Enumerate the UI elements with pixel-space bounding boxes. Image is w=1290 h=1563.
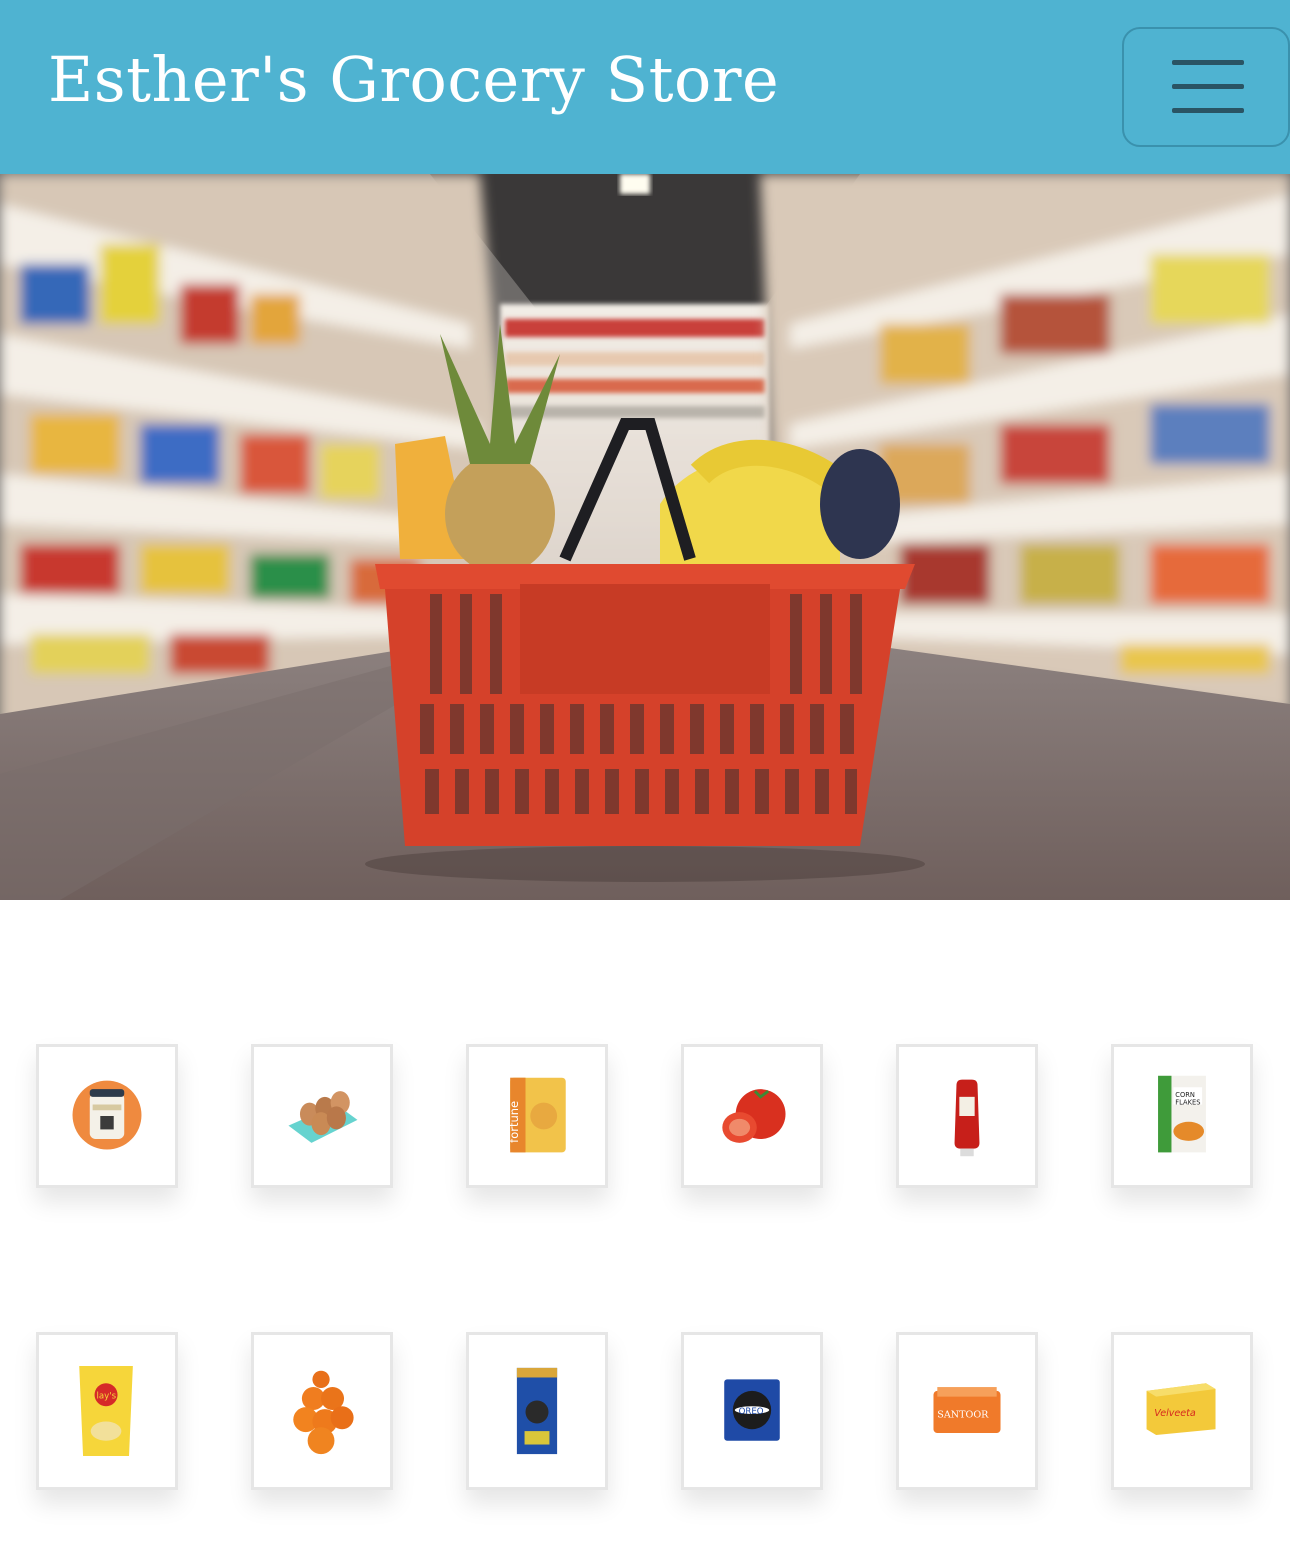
navbar: Esther's Grocery Store	[0, 0, 1290, 174]
cookie-box-icon	[516, 1367, 558, 1455]
eggs-icon	[288, 1091, 358, 1143]
mayonnaise-icon	[72, 1080, 142, 1150]
oranges-icon	[293, 1370, 354, 1455]
product-card-oreo-double-stuf[interactable]: OREO	[681, 1332, 823, 1490]
chips-bag-icon: lay's	[79, 1365, 133, 1457]
svg-text:Velveeta: Velveeta	[1154, 1408, 1196, 1419]
ketchup-bottle-icon	[954, 1079, 980, 1157]
product-card-santoor-soap[interactable]: SANTOOR	[896, 1332, 1038, 1490]
soap-pack-icon: SANTOOR	[933, 1387, 1001, 1434]
product-card-mayonnaise[interactable]	[36, 1044, 178, 1188]
menu-toggle-button[interactable]	[1122, 27, 1290, 147]
product-card-tomatoes[interactable]	[681, 1044, 823, 1188]
svg-text:SANTOOR: SANTOOR	[937, 1410, 989, 1421]
hero-image	[0, 174, 1290, 900]
product-card-oreo-pack[interactable]	[466, 1332, 608, 1490]
flour-packet-icon: fortune	[507, 1077, 566, 1153]
cheese-box-icon: Velveeta	[1146, 1383, 1216, 1435]
product-card-fortune-besan[interactable]: fortune	[466, 1044, 608, 1188]
product-card-corn-flakes[interactable]: CORN FLAKES	[1111, 1044, 1253, 1188]
tomato-icon	[722, 1089, 786, 1143]
hamburger-menu-icon	[1172, 60, 1244, 65]
product-card-eggs[interactable]	[251, 1044, 393, 1188]
product-card-velveeta[interactable]: Velveeta	[1111, 1332, 1253, 1490]
svg-text:lay's: lay's	[96, 1392, 116, 1402]
product-card-ketchup[interactable]	[896, 1044, 1038, 1188]
cereal-box-icon: CORN FLAKES	[1158, 1075, 1206, 1153]
brand-title[interactable]: Esther's Grocery Store	[48, 45, 779, 114]
cookie-pack-icon: OREO	[724, 1379, 780, 1441]
svg-text:OREO: OREO	[739, 1407, 764, 1417]
product-card-oranges[interactable]	[251, 1332, 393, 1490]
svg-text:fortune: fortune	[507, 1101, 521, 1143]
svg-text:FLAKES: FLAKES	[1175, 1099, 1200, 1107]
product-card-lays-chips[interactable]: lay's	[36, 1332, 178, 1490]
